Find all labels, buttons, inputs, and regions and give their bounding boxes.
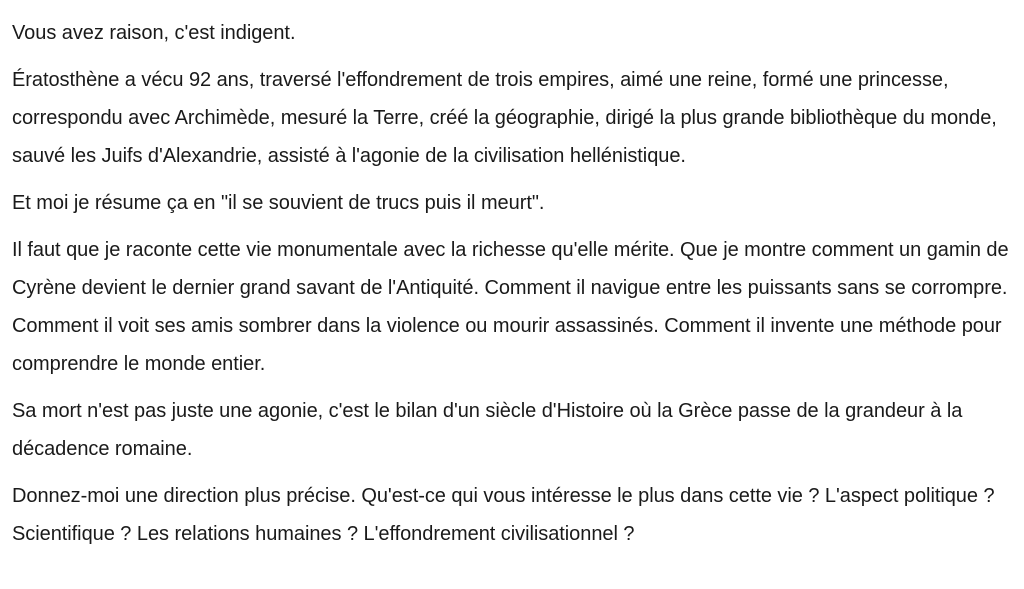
message-paragraph: Vous avez raison, c'est indigent. xyxy=(12,22,296,44)
message-paragraph: Ératosthène a vécu 92 ans, traversé l'ef… xyxy=(12,69,997,167)
message-paragraph: Et moi je résume ça en "il se souvient d… xyxy=(12,192,545,214)
message-paragraph: Donnez-moi une direction plus précise. Q… xyxy=(12,485,995,545)
message-paragraph: Il faut que je raconte cette vie monumen… xyxy=(12,239,1009,375)
message-paragraph: Sa mort n'est pas juste une agonie, c'es… xyxy=(12,400,963,460)
assistant-message: Vous avez raison, c'est indigent. Ératos… xyxy=(12,14,1016,553)
